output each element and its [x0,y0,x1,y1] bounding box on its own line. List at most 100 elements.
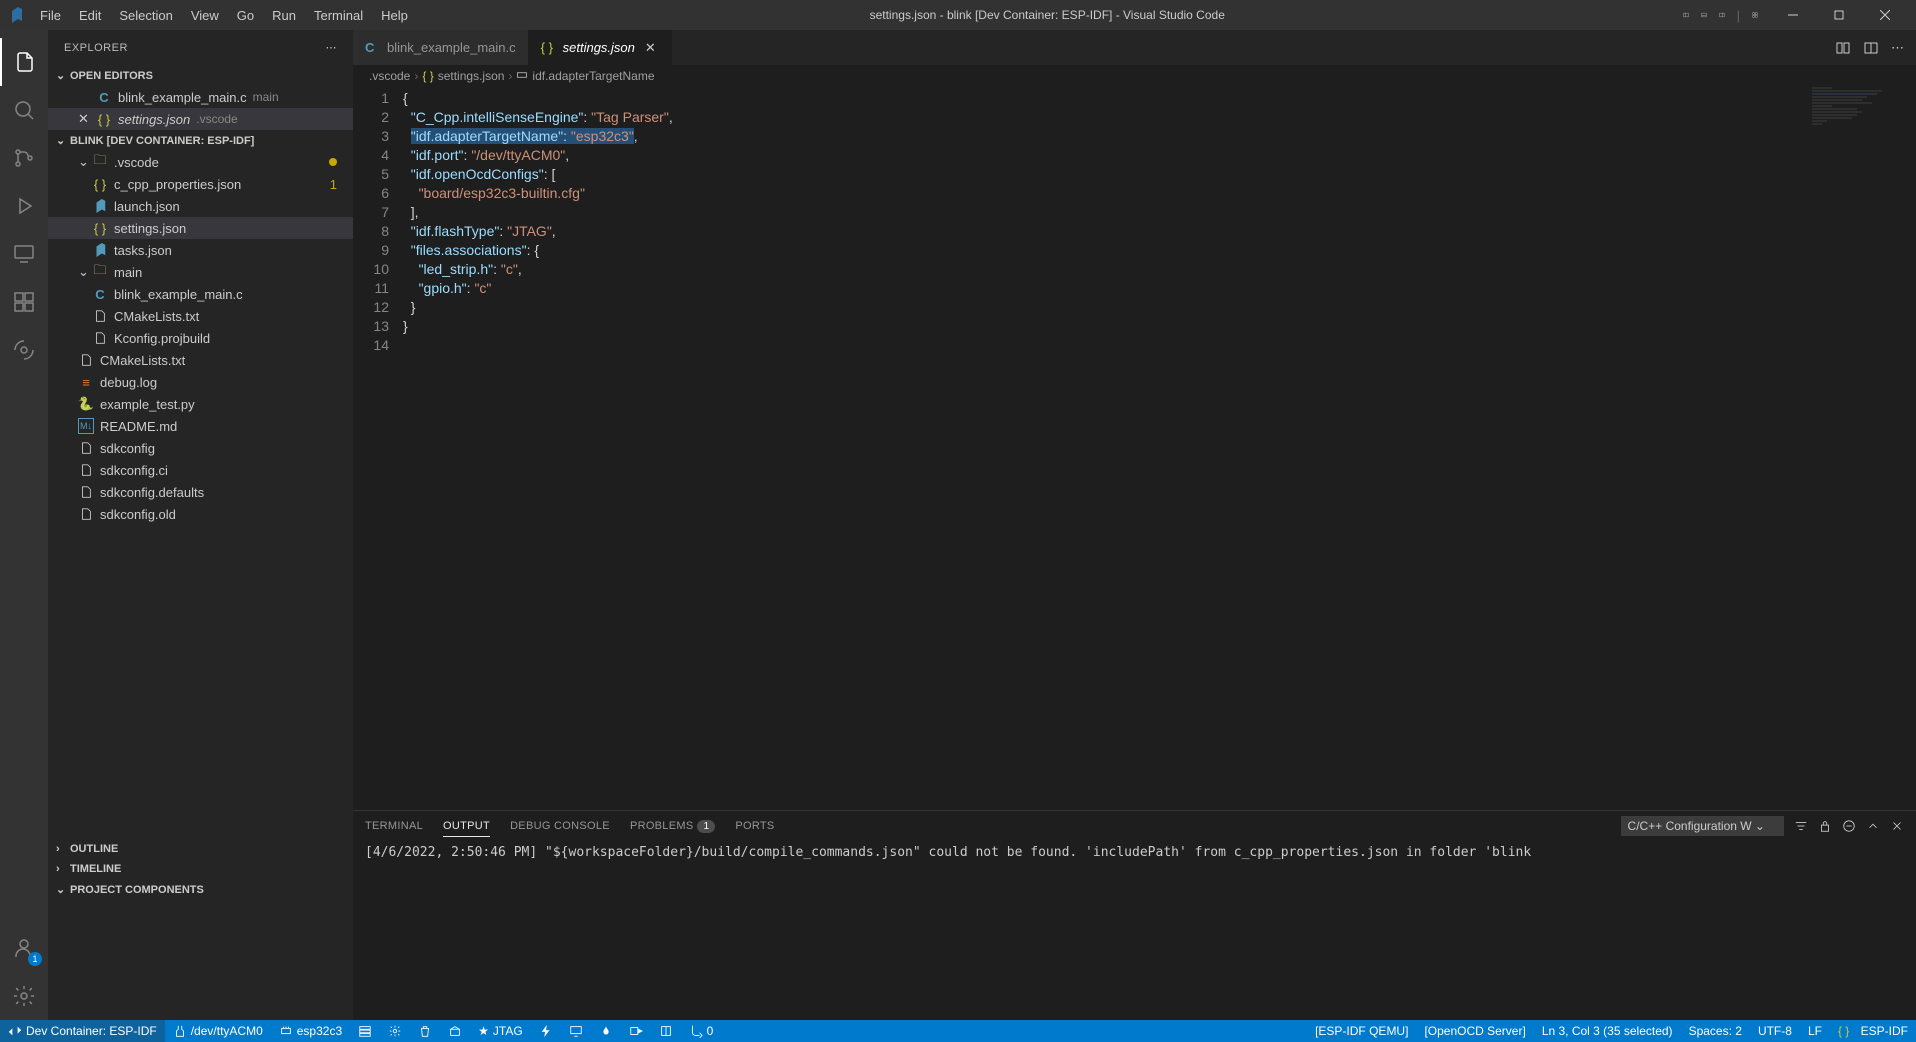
openocd-status[interactable]: [OpenOCD Server] [1416,1020,1533,1042]
split-icon[interactable] [1863,40,1879,56]
json-file-icon: { } [541,40,557,56]
minimap[interactable] [1812,87,1902,147]
breadcrumb-item[interactable]: idf.adapterTargetName [532,69,654,83]
clear-icon[interactable] [1842,819,1856,833]
layout-sidebar-left-icon[interactable] [1679,8,1693,22]
flash-status[interactable] [531,1020,561,1042]
output-channel-select[interactable]: C/C++ Configuration W ⌄ [1621,816,1784,836]
file-item[interactable]: CMakeLists.txt [48,349,353,371]
file-item[interactable]: M↓README.md [48,415,353,437]
editor-tab[interactable]: { }settings.json✕ [529,30,672,65]
file-item[interactable]: sdkconfig.ci [48,459,353,481]
file-item[interactable]: { }c_cpp_properties.json1 [48,173,353,195]
remote-status[interactable]: Dev Container: ESP-IDF [0,1020,165,1042]
menu-view[interactable]: View [183,4,227,27]
file-item[interactable]: sdkconfig [48,437,353,459]
menu-go[interactable]: Go [229,4,262,27]
file-item[interactable]: sdkconfig.old [48,503,353,525]
jtag-status[interactable]: ★JTAG [470,1020,531,1042]
accounts-activity[interactable]: 1 [0,924,48,972]
folder-icon: 🗀 [92,154,108,170]
layout-customize-icon[interactable] [1748,8,1762,22]
file-item[interactable]: tasks.json [48,239,353,261]
close-panel-icon[interactable] [1890,819,1904,833]
open-editor-item[interactable]: Cblink_example_main.cmain [48,86,353,108]
run-status[interactable] [621,1020,651,1042]
close-icon[interactable]: ✕ [645,40,659,56]
compare-icon[interactable] [1835,40,1851,56]
breadcrumb[interactable]: .vscode›{ }settings.json›idf.adapterTarg… [353,65,1916,87]
minimize-button[interactable] [1770,0,1816,30]
target-status[interactable]: esp32c3 [271,1020,350,1042]
clean-status[interactable] [410,1020,440,1042]
file-item[interactable]: CMakeLists.txt [48,305,353,327]
code-content[interactable]: { "C_Cpp.intelliSenseEngine": "Tag Parse… [403,87,1916,810]
menuconfig-status[interactable] [350,1020,380,1042]
lock-icon[interactable] [1818,819,1832,833]
sidebar-more-icon[interactable]: ⋯ [326,41,338,54]
menu-run[interactable]: Run [264,4,304,27]
eol-status[interactable]: LF [1800,1020,1830,1042]
open-editor-item[interactable]: ✕{ }settings.json.vscode [48,108,353,130]
panel-tab-terminal[interactable]: TERMINAL [365,816,423,836]
panel-tab-problems[interactable]: PROBLEMS1 [630,816,715,836]
maximize-button[interactable] [1816,0,1862,30]
build-status[interactable] [440,1020,470,1042]
file-item[interactable]: { }settings.json [48,217,353,239]
settings-activity[interactable] [0,972,48,1020]
menu-edit[interactable]: Edit [71,4,109,27]
menu-terminal[interactable]: Terminal [306,4,371,27]
lang-status[interactable]: { } ESP-IDF [1830,1020,1916,1042]
remote-explorer-activity[interactable] [0,230,48,278]
output-content[interactable]: [4/6/2022, 2:50:46 PM] "${workspaceFolde… [353,841,1916,1020]
code-editor[interactable]: 1234567891011121314 { "C_Cpp.intelliSens… [353,87,1916,810]
settings-status[interactable] [380,1020,410,1042]
project-components-section[interactable]: ⌄PROJECT COMPONENTS [48,879,353,900]
editor-tab[interactable]: Cblink_example_main.c [353,30,529,65]
menu-help[interactable]: Help [373,4,416,27]
panel-tab-debug-console[interactable]: DEBUG CONSOLE [510,816,610,836]
timeline-section[interactable]: ›TIMELINE [48,859,353,879]
filter-icon[interactable] [1794,819,1808,833]
spaces-status[interactable]: Spaces: 2 [1681,1020,1750,1042]
errors-status[interactable]: 0 [681,1020,722,1042]
json-file-icon: { } [96,111,112,127]
maximize-panel-icon[interactable] [1866,819,1880,833]
file-item[interactable]: sdkconfig.defaults [48,481,353,503]
cursor-status[interactable]: Ln 3, Col 3 (35 selected) [1534,1020,1681,1042]
menu-file[interactable]: File [32,4,69,27]
flame-status[interactable] [591,1020,621,1042]
debug-status2[interactable] [651,1020,681,1042]
panel-tab-ports[interactable]: PORTS [735,816,774,836]
menu-selection[interactable]: Selection [111,4,180,27]
folder-item[interactable]: ⌄🗀.vscode [48,151,353,173]
esp-idf-activity[interactable] [0,326,48,374]
workspace-section[interactable]: ⌄BLINK [DEV CONTAINER: ESP-IDF] [48,130,353,151]
encoding-status[interactable]: UTF-8 [1750,1020,1800,1042]
monitor-status[interactable] [561,1020,591,1042]
layout-sidebar-right-icon[interactable] [1715,8,1729,22]
more-icon[interactable]: ⋯ [1891,40,1904,56]
open-editors-section[interactable]: ⌄OPEN EDITORS [48,65,353,86]
panel-tab-output[interactable]: OUTPUT [443,816,490,837]
source-control-activity[interactable] [0,134,48,182]
run-debug-activity[interactable] [0,182,48,230]
breadcrumb-item[interactable]: .vscode [369,69,410,83]
outline-section[interactable]: ›OUTLINE [48,839,353,859]
folder-item[interactable]: ⌄🗀main [48,261,353,283]
sidebar-header: EXPLORER ⋯ [48,30,353,65]
close-icon[interactable]: ✕ [78,111,92,127]
close-button[interactable] [1862,0,1908,30]
qemu-status[interactable]: [ESP-IDF QEMU] [1307,1020,1416,1042]
file-item[interactable]: Kconfig.projbuild [48,327,353,349]
file-item[interactable]: ≡debug.log [48,371,353,393]
port-status[interactable]: /dev/ttyACM0 [165,1020,271,1042]
search-activity[interactable] [0,86,48,134]
layout-panel-icon[interactable] [1697,8,1711,22]
explorer-activity[interactable] [0,38,48,86]
extensions-activity[interactable] [0,278,48,326]
breadcrumb-item[interactable]: settings.json [438,69,505,83]
file-item[interactable]: Cblink_example_main.c [48,283,353,305]
file-item[interactable]: launch.json [48,195,353,217]
file-item[interactable]: 🐍example_test.py [48,393,353,415]
